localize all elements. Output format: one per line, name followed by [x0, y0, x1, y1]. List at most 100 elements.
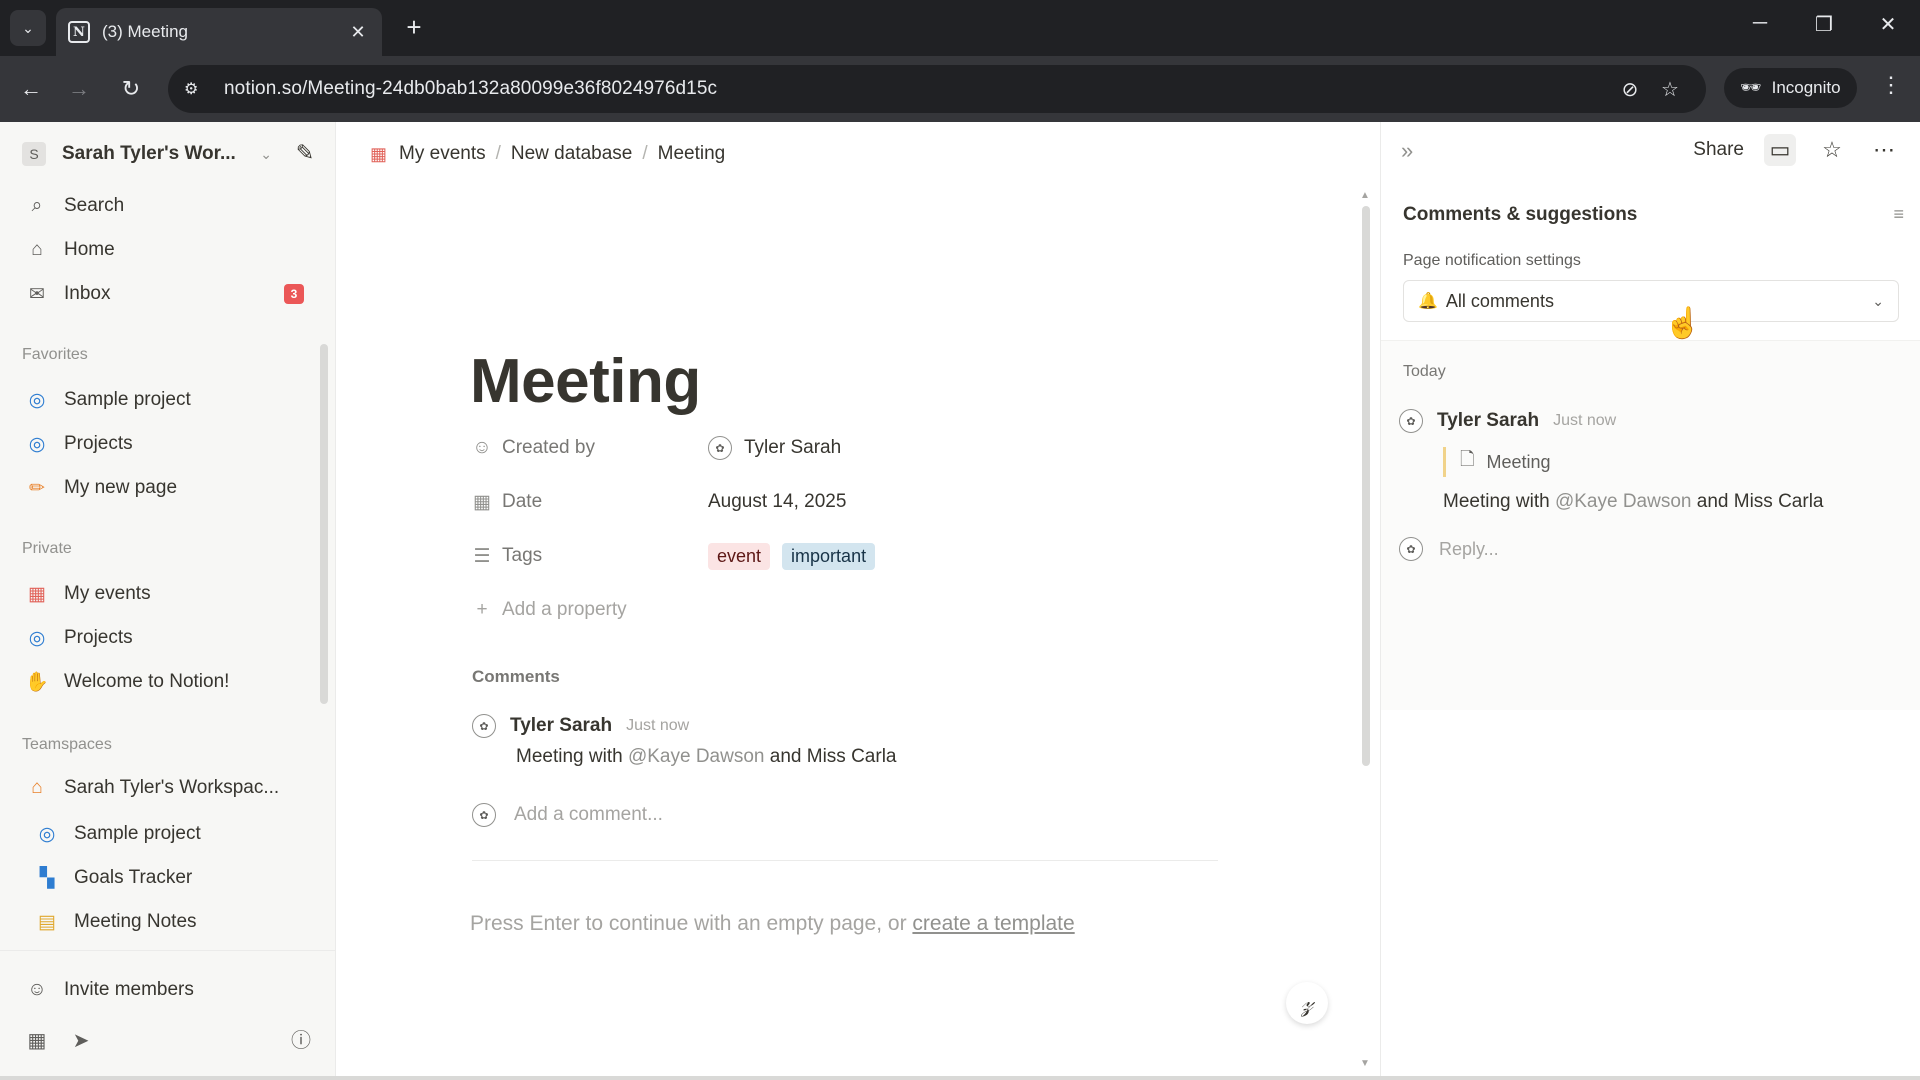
- reply-input[interactable]: ✿ Reply...: [1399, 533, 1499, 565]
- sidebar-item-goals-tracker[interactable]: ▚ Goals Tracker: [26, 858, 320, 898]
- notion-ai-button[interactable]: 𝓏: [1286, 982, 1328, 1024]
- breadcrumb-item[interactable]: New database: [505, 143, 638, 165]
- sidebar-item-inbox[interactable]: ✉ Inbox 3: [16, 274, 320, 314]
- property-name: Date: [502, 491, 543, 512]
- project-icon: ◎: [28, 627, 46, 649]
- breadcrumb-item[interactable]: ▦ My events: [364, 143, 492, 165]
- calendar-icon: ▤: [38, 911, 56, 933]
- page-title[interactable]: Meeting: [470, 346, 701, 417]
- send-icon[interactable]: ➤: [66, 1026, 96, 1056]
- comment-author: Tyler Sarah: [1437, 410, 1540, 431]
- sidebar-item-my-new-page[interactable]: ✏ My new page: [16, 468, 320, 508]
- scroll-down-arrow[interactable]: ▼: [1360, 1058, 1370, 1069]
- section-label-private[interactable]: Private: [22, 540, 72, 558]
- breadcrumb-label: New database: [510, 143, 633, 164]
- sidebar-item-label: Sample project: [74, 823, 201, 844]
- sidebar-item-label: Sample project: [64, 389, 191, 410]
- page-comment[interactable]: ✿ Tyler Sarah Just now Meeting with @Kay…: [472, 710, 1212, 768]
- project-icon: ◎: [28, 433, 46, 455]
- notification-select[interactable]: 🔔 All comments ⌄: [1403, 280, 1899, 322]
- close-window-icon[interactable]: ✕: [1868, 12, 1908, 37]
- sidebar-item-home[interactable]: ⌂ Home: [16, 230, 320, 270]
- mention[interactable]: @Kaye Dawson: [1555, 491, 1692, 512]
- day-label: Today: [1403, 363, 1446, 380]
- sidebar-item-sample-project[interactable]: ◎ Sample project: [16, 380, 320, 420]
- comment-time: Just now: [626, 717, 690, 734]
- filter-icon[interactable]: ≡: [1893, 204, 1904, 225]
- favorite-star-icon[interactable]: ☆: [1816, 134, 1848, 166]
- comment-thread[interactable]: Today ✿ Tyler Sarah Just now 🗋 Meeting M…: [1381, 340, 1920, 710]
- bookmark-star-icon[interactable]: ☆: [1650, 77, 1690, 102]
- add-property-label: Add a property: [502, 599, 627, 620]
- browser-tab-bar: ⌄ N (3) Meeting ✕ + ─ ❐ ✕: [0, 0, 1920, 56]
- property-tags[interactable]: ☰ Tags event important: [470, 536, 1230, 576]
- tag-event[interactable]: event: [708, 542, 771, 570]
- inbox-icon: ✉: [29, 283, 45, 305]
- sidebar-item-sample-project-team[interactable]: ◎ Sample project: [26, 814, 320, 854]
- avatar: ✿: [1399, 409, 1423, 433]
- new-page-icon[interactable]: ✎: [290, 139, 320, 169]
- restore-icon[interactable]: ❐: [1804, 12, 1844, 37]
- close-tab-icon[interactable]: ✕: [346, 22, 370, 43]
- sidebar-item-meeting-notes[interactable]: ▤ Meeting Notes: [26, 902, 320, 942]
- incognito-indicator[interactable]: 🕶 Incognito: [1724, 68, 1857, 108]
- invite-members-button[interactable]: ☺ Invite members: [16, 970, 320, 1010]
- workspace-avatar: S: [22, 142, 46, 166]
- workspace-switcher[interactable]: S Sarah Tyler's Wor... ⌄ ✎: [22, 136, 320, 172]
- breadcrumb-separator: /: [495, 143, 501, 164]
- sidebar-item-welcome[interactable]: ✋ Welcome to Notion!: [16, 662, 320, 702]
- property-created-by[interactable]: ☺ Created by ✿ Tyler Sarah: [470, 428, 1230, 468]
- comments-icon[interactable]: ▭: [1764, 134, 1796, 166]
- section-label-teamspaces[interactable]: Teamspaces: [22, 736, 112, 754]
- browser-tab[interactable]: N (3) Meeting ✕: [56, 8, 382, 56]
- main-scrollbar[interactable]: [1362, 206, 1370, 766]
- back-button[interactable]: ←: [14, 72, 48, 106]
- quoted-page[interactable]: 🗋 Meeting: [1443, 447, 1551, 477]
- sidebar-item-teamspace[interactable]: ⌂ Sarah Tyler's Workspac...: [16, 768, 320, 808]
- sidebar-item-search[interactable]: ⌕ Search: [16, 186, 320, 226]
- breadcrumb-item[interactable]: Meeting: [652, 143, 732, 165]
- sidebar-item-label: Sarah Tyler's Workspac...: [64, 777, 280, 798]
- tag-important[interactable]: important: [782, 542, 876, 570]
- add-property-button[interactable]: + Add a property: [470, 590, 1230, 630]
- browser-menu-icon[interactable]: ⋮: [1876, 72, 1906, 98]
- share-button[interactable]: Share: [1693, 139, 1744, 161]
- eye-off-icon[interactable]: ⊘: [1610, 77, 1650, 102]
- help-icon[interactable]: ⓘ: [286, 1026, 316, 1056]
- property-value: Tyler Sarah: [744, 437, 842, 458]
- property-value: August 14, 2025: [708, 491, 847, 512]
- user-plus-icon: ☺: [27, 979, 47, 1000]
- add-comment-input[interactable]: ✿ Add a comment...: [472, 798, 663, 832]
- sidebar-item-projects-private[interactable]: ◎ Projects: [16, 618, 320, 658]
- calendar-app-icon[interactable]: ▦: [22, 1026, 52, 1056]
- notification-value: All comments: [1445, 290, 1554, 311]
- collapse-panel-icon[interactable]: »: [1401, 138, 1413, 164]
- more-options-icon[interactable]: ⋯: [1868, 134, 1900, 166]
- sidebar-item-my-events[interactable]: ▦ My events: [16, 574, 320, 614]
- user-circle-icon: ☺: [472, 437, 492, 458]
- property-date[interactable]: ▦ Date August 14, 2025: [470, 482, 1230, 522]
- breadcrumb-label: My events: [399, 143, 486, 164]
- create-template-link[interactable]: create a template: [912, 912, 1074, 935]
- hand-cursor-icon: ☝: [1664, 307, 1702, 340]
- project-icon: ◎: [28, 389, 46, 411]
- chart-icon: ▚: [39, 867, 55, 889]
- reload-button[interactable]: ↻: [114, 72, 148, 106]
- comment-text: Meeting with: [516, 746, 623, 767]
- tab-search-button[interactable]: ⌄: [10, 10, 46, 46]
- new-tab-button[interactable]: +: [398, 12, 430, 44]
- sidebar-item-label: Projects: [64, 433, 133, 454]
- section-label-favorites[interactable]: Favorites: [22, 346, 88, 364]
- inbox-count-badge: 3: [284, 284, 304, 304]
- comment-text: Meeting with: [1443, 491, 1550, 512]
- calendar-icon: ▦: [28, 583, 46, 605]
- sidebar-scrollbar[interactable]: [320, 344, 328, 704]
- sidebar-item-projects[interactable]: ◎ Projects: [16, 424, 320, 464]
- address-bar[interactable]: ⚙ notion.so/Meeting-24db0bab132a80099e36…: [168, 65, 1706, 113]
- house-icon: ⌂: [31, 777, 43, 798]
- mention[interactable]: @Kaye Dawson: [628, 746, 765, 767]
- minimize-icon[interactable]: ─: [1740, 12, 1780, 35]
- site-info-icon[interactable]: ⚙: [184, 79, 206, 99]
- forward-button[interactable]: →: [62, 72, 96, 106]
- scroll-up-arrow[interactable]: ▲: [1360, 190, 1370, 201]
